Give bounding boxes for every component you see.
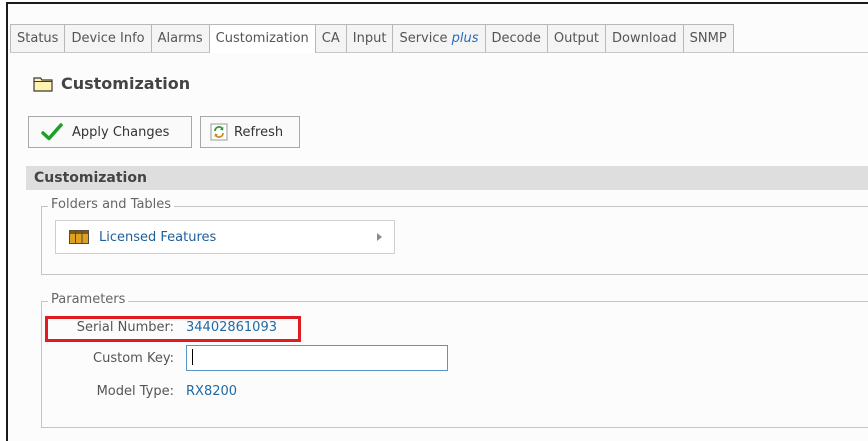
refresh-button[interactable]: Refresh xyxy=(200,116,300,148)
tab-service-plus[interactable]: Service plus xyxy=(393,24,486,52)
tab-label: Service xyxy=(399,31,452,46)
tab-alarms[interactable]: Alarms xyxy=(151,24,210,52)
tab-label: Device Info xyxy=(71,31,145,46)
text-cursor xyxy=(192,349,193,365)
apply-changes-label: Apply Changes xyxy=(72,124,170,140)
model-type-label: Model Type: xyxy=(96,384,174,399)
table-icon xyxy=(69,230,89,244)
tab-label: Output xyxy=(553,31,600,46)
serial-number-highlight xyxy=(45,316,301,342)
tab-label: SNMP xyxy=(689,31,727,46)
folder-icon xyxy=(33,76,53,92)
tab-output[interactable]: Output xyxy=(547,24,607,52)
tab-label: Alarms xyxy=(157,31,203,46)
section-header: Customization xyxy=(26,166,868,190)
tab-label-plus: plus xyxy=(451,31,479,46)
custom-key-row: Custom Key: xyxy=(50,345,448,371)
checkmark-icon xyxy=(41,123,63,141)
licensed-features-label: Licensed Features xyxy=(99,229,217,245)
chevron-right-icon xyxy=(377,233,382,241)
tab-label: Input xyxy=(352,31,387,46)
custom-key-input[interactable] xyxy=(186,345,448,371)
model-type-value: RX8200 xyxy=(186,384,238,399)
tab-download[interactable]: Download xyxy=(606,24,684,52)
tab-device-info[interactable]: Device Info xyxy=(65,24,152,52)
tab-decode[interactable]: Decode xyxy=(485,24,548,52)
window-frame: Status Device Info Alarms Customization … xyxy=(6,2,868,441)
tab-ca[interactable]: CA xyxy=(315,24,347,52)
model-type-row: Model Type: RX8200 xyxy=(50,384,237,399)
tab-label: CA xyxy=(321,31,340,46)
tab-input[interactable]: Input xyxy=(346,24,394,52)
folders-and-tables-legend: Folders and Tables xyxy=(48,197,175,212)
tab-snmp[interactable]: SNMP xyxy=(683,24,734,52)
page-title-text: Customization xyxy=(61,74,191,93)
custom-key-label: Custom Key: xyxy=(93,350,174,366)
licensed-features-link[interactable]: Licensed Features xyxy=(55,220,395,254)
tab-label: Decode xyxy=(491,31,541,46)
tab-label: Customization xyxy=(215,31,309,46)
tab-customization[interactable]: Customization xyxy=(209,24,316,53)
tab-bar: Status Device Info Alarms Customization … xyxy=(10,24,868,53)
tab-label: Status xyxy=(17,31,59,46)
page-title: Customization xyxy=(33,74,190,93)
refresh-icon xyxy=(210,123,228,141)
tab-label: Download xyxy=(612,31,677,46)
refresh-label: Refresh xyxy=(234,124,284,140)
apply-changes-button[interactable]: Apply Changes xyxy=(28,116,192,148)
tab-status[interactable]: Status xyxy=(10,24,66,52)
parameters-legend: Parameters xyxy=(48,292,129,307)
